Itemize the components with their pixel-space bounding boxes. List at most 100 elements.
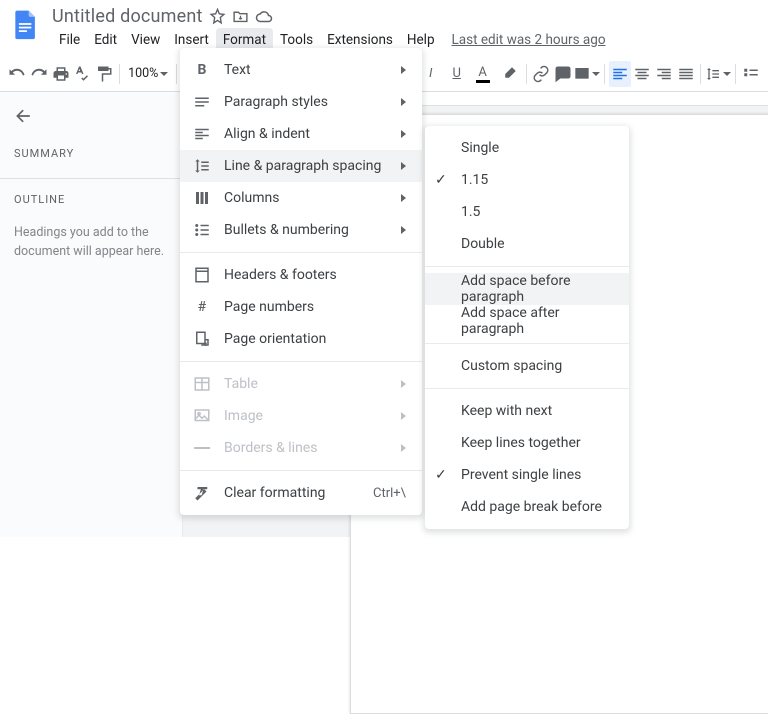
move-icon[interactable] [232, 8, 249, 25]
spacing-add-space-before-paragraph[interactable]: Add space before paragraph [425, 273, 629, 305]
submenu-arrow-icon [401, 162, 406, 170]
line-paragraph-spacing-icon [192, 156, 212, 176]
menu-file[interactable]: File [52, 28, 87, 52]
cloud-status-icon[interactable] [255, 8, 273, 26]
spacing-single[interactable]: Single [425, 132, 629, 164]
menuitem-table: Table [180, 368, 422, 400]
menuitem-label: Keep with next [461, 403, 613, 419]
menuitem-clear-formatting[interactable]: Clear formattingCtrl+\ [180, 477, 422, 509]
spacing-add-space-after-paragraph[interactable]: Add space after paragraph [425, 305, 629, 337]
columns-icon [192, 188, 212, 208]
menuitem-label: Align & indent [224, 126, 389, 142]
align-center-button[interactable] [631, 61, 653, 87]
separator [700, 64, 701, 84]
submenu-arrow-icon [401, 66, 406, 74]
image-icon [192, 406, 212, 426]
highlight-color-button[interactable] [496, 61, 522, 87]
submenu-arrow-icon [401, 444, 406, 452]
outline-sidebar: SUMMARY OUTLINE Headings you add to the … [0, 92, 183, 537]
zoom-select[interactable]: 100% [124, 66, 172, 81]
menuitem-label: Prevent single lines [461, 467, 613, 483]
spacing-keep-lines-together[interactable]: Keep lines together [425, 427, 629, 459]
spacing-1-5[interactable]: 1.5 [425, 196, 629, 228]
spacing-double[interactable]: Double [425, 228, 629, 260]
menuitem-label: Headers & footers [224, 267, 406, 283]
menuitem-label: Paragraph styles [224, 94, 389, 110]
star-icon[interactable] [209, 8, 226, 25]
submenu-arrow-icon [401, 98, 406, 106]
bullets-numbering-icon [192, 220, 212, 240]
line-spacing-button[interactable] [705, 61, 731, 87]
menuitem-label: Columns [224, 190, 389, 206]
menuitem-label: Add page break before [461, 499, 613, 515]
paint-format-button[interactable] [93, 61, 115, 87]
last-edit-link[interactable]: Last edit was 2 hours ago [452, 28, 606, 52]
print-button[interactable] [50, 61, 72, 87]
clear-formatting-icon [192, 483, 212, 503]
menuitem-columns[interactable]: Columns [180, 182, 422, 214]
menuitem-page-orientation[interactable]: Page orientation [180, 323, 422, 355]
spacing-add-page-break-before[interactable]: Add page break before [425, 491, 629, 523]
menuitem-label: Text [224, 62, 389, 78]
align-right-button[interactable] [653, 61, 675, 87]
underline-button[interactable]: U [444, 61, 470, 87]
insert-link-button[interactable] [531, 61, 553, 87]
spacing-1-15[interactable]: ✓ 1.15 [425, 164, 629, 196]
menuitem-text[interactable]: B Text [180, 54, 422, 86]
align-indent-icon [192, 124, 212, 144]
page-orientation-icon [192, 329, 212, 349]
shortcut: Ctrl+\ [373, 486, 406, 501]
menuitem-line-paragraph-spacing[interactable]: Line & paragraph spacing [180, 150, 422, 182]
format-menu: B Text Paragraph styles Align & indent Line … [180, 48, 422, 515]
document-title[interactable]: Untitled document [52, 6, 203, 27]
menuitem-borders-lines: Borders & lines [180, 432, 422, 464]
menuitem-image: Image [180, 400, 422, 432]
menuitem-label: Single [461, 140, 613, 156]
insert-image-button[interactable] [574, 61, 600, 87]
menuitem-label: Table [224, 376, 389, 392]
menu-view[interactable]: View [124, 28, 167, 52]
docs-logo[interactable] [8, 6, 44, 42]
collapse-outline-button[interactable] [14, 106, 168, 129]
checklist-button[interactable] [740, 61, 762, 87]
separator [604, 64, 605, 84]
spellcheck-button[interactable] [72, 61, 94, 87]
menuitem-label: Bullets & numbering [224, 222, 389, 238]
align-left-button[interactable] [609, 61, 631, 87]
menuitem-bullets-numbering[interactable]: Bullets & numbering [180, 214, 422, 246]
check-icon: ✓ [435, 467, 447, 483]
menuitem-paragraph-styles[interactable]: Paragraph styles [180, 86, 422, 118]
align-justify-button[interactable] [675, 61, 697, 87]
check-icon: ✓ [435, 172, 447, 188]
spacing-keep-with-next[interactable]: Keep with next [425, 395, 629, 427]
menuitem-label: 1.15 [461, 172, 613, 188]
borders-lines-icon [192, 438, 212, 458]
menuitem-label: Keep lines together [461, 435, 613, 451]
separator [176, 64, 177, 84]
table-icon [192, 374, 212, 394]
outline-title: OUTLINE [14, 193, 168, 206]
menu-edit[interactable]: Edit [87, 28, 124, 52]
menuitem-label: Add space before paragraph [461, 273, 613, 305]
menuitem-label: Borders & lines [224, 440, 389, 456]
add-comment-button[interactable] [552, 61, 574, 87]
text-color-button[interactable]: A [470, 61, 496, 87]
menuitem-label: Custom spacing [461, 358, 613, 374]
spacing-custom-spacing[interactable]: Custom spacing [425, 350, 629, 382]
page-numbers-icon: # [192, 297, 212, 317]
spacing-prevent-single-lines[interactable]: ✓ Prevent single lines [425, 459, 629, 491]
submenu-arrow-icon [401, 194, 406, 202]
menuitem-page-numbers[interactable]: # Page numbers [180, 291, 422, 323]
menuitem-headers-footers[interactable]: Headers & footers [180, 259, 422, 291]
headers-footers-icon [192, 265, 212, 285]
separator [0, 178, 182, 179]
summary-title: SUMMARY [14, 147, 168, 160]
zoom-value: 100% [128, 66, 158, 81]
menuitem-label: Page numbers [224, 299, 406, 315]
menuitem-align-indent[interactable]: Align & indent [180, 118, 422, 150]
text-icon: B [192, 60, 212, 80]
separator [526, 64, 527, 84]
undo-button[interactable] [6, 61, 28, 87]
redo-button[interactable] [28, 61, 50, 87]
separator [735, 64, 736, 84]
